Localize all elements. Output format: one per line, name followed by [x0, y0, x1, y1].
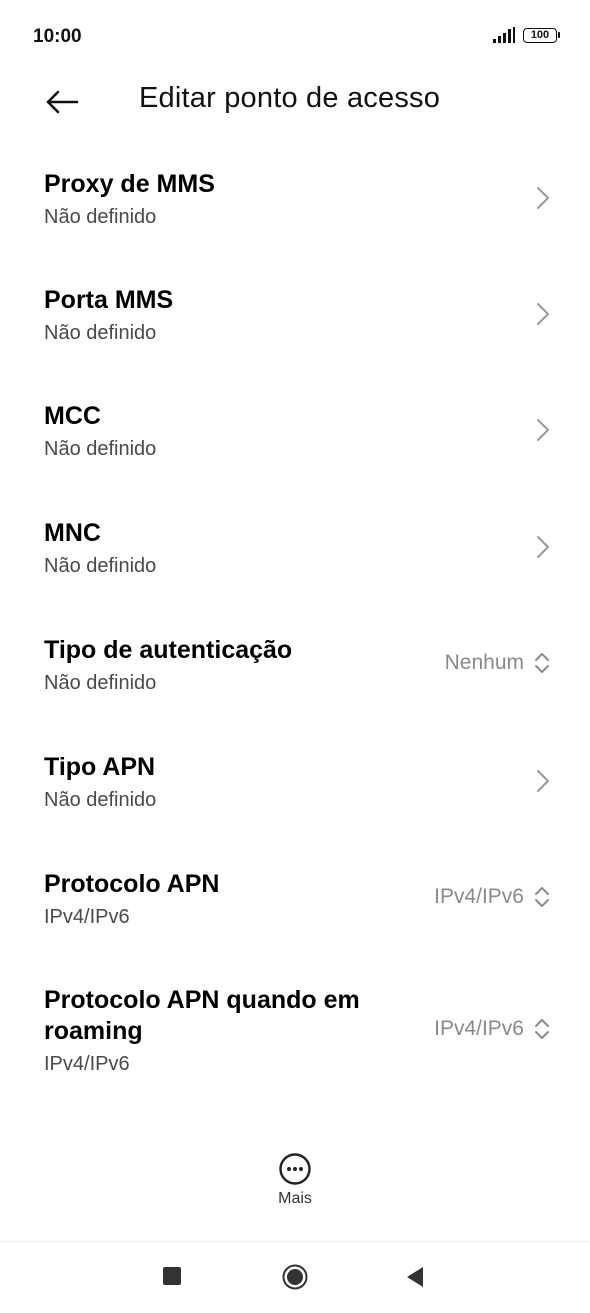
battery-icon: 100 — [523, 27, 560, 43]
row-subtitle: Não definido — [44, 555, 157, 577]
row-tipo-apn[interactable]: Tipo APN Não definido — [0, 723, 590, 840]
status-time: 10:00 — [33, 26, 82, 47]
row-mnc[interactable]: MNC Não definido — [0, 489, 590, 606]
apn-roaming-protocol-dropdown[interactable]: IPv4/IPv6 — [434, 1017, 550, 1041]
chevron-right-icon — [537, 187, 549, 209]
chevron-updown-icon — [535, 653, 549, 673]
row-title: Proxy de MMS — [44, 170, 215, 198]
row-subtitle: IPv4/IPv6 — [44, 1053, 130, 1075]
status-bar: 10:00 100 — [0, 0, 590, 72]
navigation-bar — [0, 1241, 590, 1313]
recents-icon[interactable] — [163, 1267, 181, 1285]
row-porta-mms[interactable]: Porta MMS Não definido — [0, 256, 590, 372]
arrow-left-icon — [46, 90, 79, 114]
row-subtitle: Não definido — [44, 438, 157, 460]
row-title: Protocolo APN — [44, 870, 220, 898]
chevron-right-icon — [537, 770, 549, 792]
more-label: Mais — [278, 1190, 312, 1207]
page-title: Editar ponto de acesso — [139, 82, 441, 114]
more-horizontal-icon — [279, 1153, 311, 1185]
dropdown-value: IPv4/IPv6 — [434, 885, 524, 908]
row-title: MCC — [44, 402, 101, 430]
status-icons: 100 — [493, 27, 560, 43]
row-title: Tipo APN — [44, 753, 156, 781]
chevron-right-icon — [537, 303, 549, 325]
chevron-updown-icon — [535, 1019, 549, 1039]
row-subtitle: Não definido — [44, 672, 157, 694]
row-title: Porta MMS — [44, 286, 174, 314]
row-title: Protocolo APN quando em roaming — [44, 986, 360, 1045]
chevron-updown-icon — [535, 887, 549, 907]
battery-level: 100 — [530, 28, 550, 41]
row-mcc[interactable]: MCC Não definido — [0, 372, 590, 489]
row-title: Tipo de autenticação — [44, 636, 293, 664]
chevron-right-icon — [537, 419, 549, 441]
row-protocolo-apn-roaming[interactable]: Protocolo APN quando em roaming IPv4/IPv… — [0, 958, 590, 1108]
signal-icon — [493, 27, 515, 43]
row-subtitle: Não definido — [44, 206, 157, 228]
row-subtitle: IPv4/IPv6 — [44, 906, 130, 928]
row-tipo-autenticacao[interactable]: Tipo de autenticação Não definido Nenhum — [0, 606, 590, 723]
apn-protocol-dropdown[interactable]: IPv4/IPv6 — [434, 885, 550, 909]
row-proxy-mms[interactable]: Proxy de MMS Não definido — [0, 140, 590, 256]
back-button[interactable] — [40, 80, 84, 124]
back-triangle-icon[interactable] — [405, 1266, 425, 1288]
row-subtitle: Não definido — [44, 322, 157, 344]
dropdown-value: IPv4/IPv6 — [434, 1017, 524, 1040]
row-subtitle: Não definido — [44, 789, 157, 811]
header: Editar ponto de acesso — [0, 72, 590, 132]
auth-type-dropdown[interactable]: Nenhum — [445, 651, 550, 675]
dropdown-value: Nenhum — [444, 651, 524, 674]
row-title: MNC — [44, 519, 101, 547]
chevron-right-icon — [537, 536, 549, 558]
more-button[interactable]: Mais — [255, 1152, 335, 1220]
row-protocolo-apn[interactable]: Protocolo APN IPv4/IPv6 IPv4/IPv6 — [0, 840, 590, 958]
home-icon[interactable] — [282, 1264, 308, 1290]
